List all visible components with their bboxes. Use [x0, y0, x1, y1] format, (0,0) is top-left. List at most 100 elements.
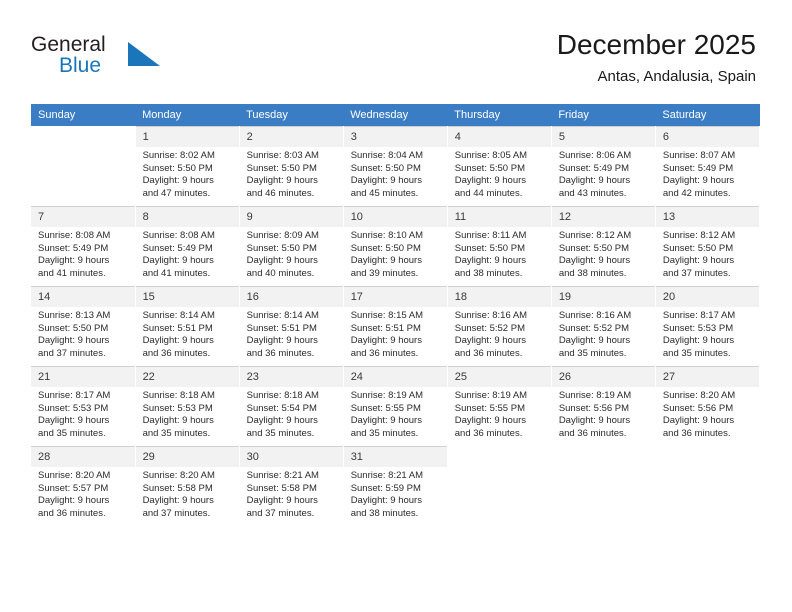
calendar-day-cell[interactable]: 7 Sunrise: 8:08 AM Sunset: 5:49 PM Daylight… — [31, 205, 136, 286]
calendar-day-cell[interactable]: 28 Sunrise: 8:20 AM Sunset: 5:57 PM Dayligh… — [31, 445, 136, 526]
day-details: Sunrise: 8:05 AM Sunset: 5:50 PM Daylight:… — [448, 147, 551, 200]
calendar-day-cell[interactable]: 25 Sunrise: 8:19 AM Sunset: 5:55 PM Dayligh… — [447, 365, 552, 446]
day-number: 9 — [239, 206, 343, 227]
daylight-text-line2: and 37 minutes. — [246, 507, 315, 519]
calendar-day-cell[interactable]: 12 Sunrise: 8:12 AM Sunset: 5:50 PM Dayligh… — [551, 205, 656, 286]
calendar-day-cell[interactable]: 14 Sunrise: 8:13 AM Sunset: 5:50 PM Dayligh… — [31, 285, 136, 366]
calendar-day-cell[interactable]: 13 Sunrise: 8:12 AM Sunset: 5:50 PM Dayligh… — [655, 205, 761, 286]
day-details: Sunrise: 8:11 AM Sunset: 5:50 PM Daylight:… — [448, 227, 551, 280]
daylight-text-line1: Daylight: 9 hours — [38, 415, 110, 427]
calendar-day-cell[interactable]: 29 Sunrise: 8:20 AM Sunset: 5:58 PM Dayligh… — [135, 445, 240, 526]
calendar-cell-empty — [655, 445, 761, 526]
page-title: December 2025 — [556, 29, 756, 60]
daylight-text-line1: Daylight: 9 hours — [558, 335, 631, 347]
calendar-week-row: 28 Sunrise: 8:20 AM Sunset: 5:57 PM Dayligh… — [31, 445, 761, 526]
sunset-text: Sunset: 5:50 PM — [662, 242, 734, 254]
general-blue-logo[interactable]: General Blue — [31, 33, 231, 83]
calendar-day-cell[interactable]: 22 Sunrise: 8:18 AM Sunset: 5:53 PM Dayligh… — [135, 365, 240, 446]
calendar-day-cell[interactable]: 30 Sunrise: 8:21 AM Sunset: 5:58 PM Dayligh… — [239, 445, 344, 526]
calendar-day-cell[interactable]: 26 Sunrise: 8:19 AM Sunset: 5:56 PM Dayligh… — [551, 365, 656, 446]
daylight-text-line1: Daylight: 9 hours — [350, 335, 422, 347]
daylight-text-line1: Daylight: 9 hours — [350, 255, 422, 267]
calendar-day-cell[interactable]: 27 Sunrise: 8:20 AM Sunset: 5:56 PM Dayligh… — [655, 365, 761, 446]
day-details: Sunrise: 8:08 AM Sunset: 5:49 PM Daylight:… — [136, 227, 239, 280]
calendar-day-cell[interactable]: 3 Sunrise: 8:04 AM Sunset: 5:50 PM Daylight… — [343, 126, 448, 206]
daylight-text-line1: Daylight: 9 hours — [38, 255, 110, 267]
calendar-day-cell[interactable]: 11 Sunrise: 8:11 AM Sunset: 5:50 PM Dayligh… — [447, 205, 552, 286]
day-details: Sunrise: 8:12 AM Sunset: 5:50 PM Daylight:… — [656, 227, 759, 280]
calendar-day-cell[interactable]: 18 Sunrise: 8:16 AM Sunset: 5:52 PM Dayligh… — [447, 285, 552, 366]
calendar-header-row: Sunday Monday Tuesday Wednesday Thursday… — [31, 104, 760, 126]
calendar-week-row: 1 Sunrise: 8:02 AM Sunset: 5:50 PM Daylight… — [31, 126, 761, 206]
calendar-day-cell[interactable]: 6 Sunrise: 8:07 AM Sunset: 5:49 PM Daylight… — [655, 126, 761, 206]
sunset-text: Sunset: 5:51 PM — [246, 322, 317, 334]
sunset-text: Sunset: 5:50 PM — [558, 242, 630, 254]
daylight-text-line2: and 39 minutes. — [350, 267, 419, 279]
sunset-text: Sunset: 5:58 PM — [246, 482, 317, 494]
day-cell-inner: 23 Sunrise: 8:18 AM Sunset: 5:54 PM Dayligh… — [239, 366, 343, 444]
sunset-text: Sunset: 5:58 PM — [142, 482, 213, 494]
day-details: Sunrise: 8:17 AM Sunset: 5:53 PM Daylight:… — [656, 307, 759, 360]
sunrise-text: Sunrise: 8:15 AM — [350, 310, 424, 321]
calendar-day-cell[interactable]: 8 Sunrise: 8:08 AM Sunset: 5:49 PM Daylight… — [135, 205, 240, 286]
calendar-day-cell[interactable]: 1 Sunrise: 8:02 AM Sunset: 5:50 PM Daylight… — [135, 126, 240, 206]
day-number: 1 — [135, 126, 239, 147]
day-number: 15 — [135, 286, 239, 307]
day-details: Sunrise: 8:18 AM Sunset: 5:53 PM Daylight:… — [136, 387, 239, 440]
calendar-day-cell[interactable]: 24 Sunrise: 8:19 AM Sunset: 5:55 PM Dayligh… — [343, 365, 448, 446]
daylight-text-line2: and 37 minutes. — [142, 507, 211, 519]
daylight-text-line2: and 47 minutes. — [142, 187, 211, 199]
day-cell-inner: 5 Sunrise: 8:06 AM Sunset: 5:49 PM Daylight… — [551, 126, 655, 204]
daylight-text-line1: Daylight: 9 hours — [454, 175, 527, 187]
daylight-text-line1: Daylight: 9 hours — [142, 175, 214, 187]
calendar-day-cell[interactable]: 31 Sunrise: 8:21 AM Sunset: 5:59 PM Dayligh… — [343, 445, 448, 526]
day-number: 26 — [551, 366, 655, 387]
day-details: Sunrise: 8:08 AM Sunset: 5:49 PM Daylight:… — [31, 227, 135, 280]
calendar-day-cell[interactable]: 17 Sunrise: 8:15 AM Sunset: 5:51 PM Dayligh… — [343, 285, 448, 366]
calendar-day-cell[interactable]: 16 Sunrise: 8:14 AM Sunset: 5:51 PM Dayligh… — [239, 285, 344, 366]
sunset-text: Sunset: 5:49 PM — [38, 242, 109, 254]
daylight-text-line2: and 41 minutes. — [142, 267, 211, 279]
daylight-text-line1: Daylight: 9 hours — [246, 335, 318, 347]
calendar-day-cell[interactable]: 21 Sunrise: 8:17 AM Sunset: 5:53 PM Dayligh… — [31, 365, 136, 446]
calendar-day-cell[interactable]: 2 Sunrise: 8:03 AM Sunset: 5:50 PM Daylight… — [239, 126, 344, 206]
day-details: Sunrise: 8:18 AM Sunset: 5:54 PM Daylight:… — [240, 387, 343, 440]
sunset-text: Sunset: 5:50 PM — [142, 162, 213, 174]
day-details: Sunrise: 8:12 AM Sunset: 5:50 PM Daylight:… — [552, 227, 655, 280]
daylight-text-line1: Daylight: 9 hours — [454, 335, 527, 347]
sunrise-text: Sunrise: 8:12 AM — [662, 230, 736, 241]
calendar-day-cell[interactable]: 23 Sunrise: 8:18 AM Sunset: 5:54 PM Dayligh… — [239, 365, 344, 446]
calendar-day-cell[interactable]: 19 Sunrise: 8:16 AM Sunset: 5:52 PM Dayligh… — [551, 285, 656, 366]
day-details: Sunrise: 8:19 AM Sunset: 5:55 PM Daylight:… — [448, 387, 551, 440]
sunrise-text: Sunrise: 8:09 AM — [246, 230, 319, 241]
day-cell-inner: 29 Sunrise: 8:20 AM Sunset: 5:58 PM Dayligh… — [135, 446, 239, 524]
day-details: Sunrise: 8:07 AM Sunset: 5:49 PM Daylight:… — [656, 147, 759, 200]
sunset-text: Sunset: 5:51 PM — [350, 322, 421, 334]
day-cell-inner: 3 Sunrise: 8:04 AM Sunset: 5:50 PM Daylight… — [343, 126, 447, 204]
calendar-day-cell[interactable]: 9 Sunrise: 8:09 AM Sunset: 5:50 PM Daylight… — [239, 205, 344, 286]
calendar-day-cell[interactable]: 10 Sunrise: 8:10 AM Sunset: 5:50 PM Dayligh… — [343, 205, 448, 286]
day-details: Sunrise: 8:15 AM Sunset: 5:51 PM Daylight:… — [344, 307, 447, 360]
sunrise-text: Sunrise: 8:03 AM — [246, 150, 319, 161]
day-details: Sunrise: 8:14 AM Sunset: 5:51 PM Daylight:… — [136, 307, 239, 360]
sunset-text: Sunset: 5:50 PM — [350, 242, 421, 254]
calendar-day-cell[interactable]: 5 Sunrise: 8:06 AM Sunset: 5:49 PM Daylight… — [551, 126, 656, 206]
calendar-day-cell[interactable]: 4 Sunrise: 8:05 AM Sunset: 5:50 PM Daylight… — [447, 126, 552, 206]
day-cell-inner: 14 Sunrise: 8:13 AM Sunset: 5:50 PM Dayligh… — [31, 286, 135, 364]
day-number — [655, 446, 759, 454]
daylight-text-line2: and 36 minutes. — [454, 427, 523, 439]
daylight-text-line2: and 36 minutes. — [454, 347, 523, 359]
daylight-text-line2: and 38 minutes. — [454, 267, 523, 279]
day-details: Sunrise: 8:16 AM Sunset: 5:52 PM Daylight:… — [552, 307, 655, 360]
calendar-cell-empty — [551, 445, 656, 526]
sunrise-text: Sunrise: 8:14 AM — [246, 310, 319, 321]
sunset-text: Sunset: 5:55 PM — [350, 402, 421, 414]
day-number: 30 — [239, 446, 343, 467]
sunrise-text: Sunrise: 8:20 AM — [38, 470, 111, 481]
day-number: 28 — [31, 446, 135, 467]
calendar-day-cell[interactable]: 15 Sunrise: 8:14 AM Sunset: 5:51 PM Dayligh… — [135, 285, 240, 366]
weekday-header-sunday: Sunday — [31, 104, 136, 126]
calendar-day-cell[interactable]: 20 Sunrise: 8:17 AM Sunset: 5:53 PM Dayligh… — [655, 285, 761, 366]
sunset-text: Sunset: 5:53 PM — [142, 402, 213, 414]
day-cell-inner: 15 Sunrise: 8:14 AM Sunset: 5:51 PM Dayligh… — [135, 286, 239, 364]
